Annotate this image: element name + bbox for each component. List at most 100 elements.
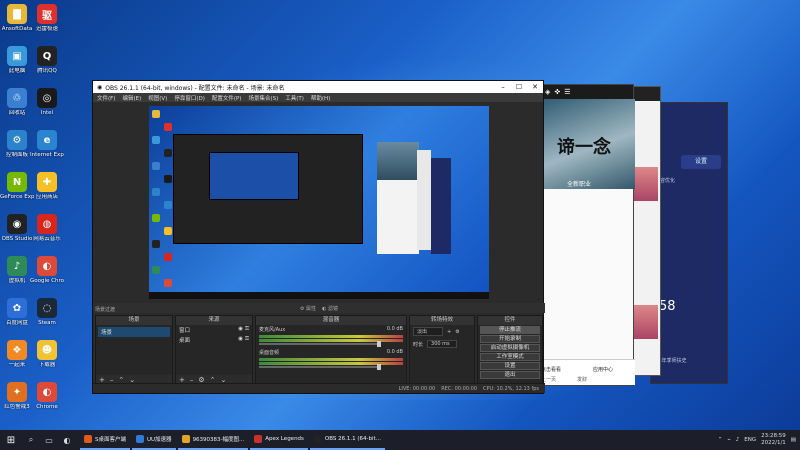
desktop-icon[interactable]: ▇ AnsoftData: [0, 4, 34, 32]
desktop-icon[interactable]: ◌ Steam: [30, 298, 64, 326]
mixer-channel-name: 桌面音频 0.0 dB: [259, 349, 403, 356]
minimize-icon[interactable]: –: [495, 83, 511, 91]
app-icon: e: [37, 130, 57, 150]
bottom-link[interactable]: 发财: [577, 376, 587, 383]
taskbar-item[interactable]: 96390383-幅度图...: [177, 430, 249, 450]
desktop-icon-label: 红色警戒3: [4, 404, 30, 410]
menu-item[interactable]: 配置文件(P): [212, 94, 242, 102]
desktop-icon[interactable]: 驱迅雷极速: [30, 4, 64, 32]
filters-button[interactable]: ◐ 滤镜: [322, 305, 338, 312]
visibility-icon[interactable]: ◉ ⚿: [238, 326, 249, 334]
control-button[interactable]: 开始录制: [480, 335, 540, 343]
tray-chevron-icon[interactable]: ⌃: [718, 437, 723, 443]
desktop-icon[interactable]: ◎ Intel: [30, 88, 64, 116]
desktop-icon[interactable]: ✚ 应用商店: [30, 172, 64, 200]
desktop-icon[interactable]: Q 腾讯QQ: [30, 46, 64, 74]
menu-item[interactable]: 文件(F): [97, 94, 115, 102]
taskbar-item[interactable]: Apex Legends: [250, 430, 308, 450]
network-icon[interactable]: ⌁: [727, 437, 730, 443]
desktop-icon[interactable]: ◐ Chrome: [30, 382, 64, 410]
control-button[interactable]: 工作室模式: [480, 353, 540, 361]
desktop-icon[interactable]: N GeForce Experience: [0, 172, 34, 200]
task-view-icon[interactable]: ▭: [40, 436, 58, 445]
volume-slider-handle[interactable]: [377, 341, 381, 347]
status-bar: LIVE: 00:00:00 REC: 00:00:00 CPU: 10.2%,…: [93, 383, 545, 393]
settings-button[interactable]: 设置: [681, 155, 721, 169]
menu-icon[interactable]: ☰: [564, 88, 570, 96]
desktop-icon[interactable]: e Internet Explorer: [30, 130, 64, 158]
nested-desktop-icon: [164, 201, 172, 209]
obs-window[interactable]: ◉ OBS 26.1.1 (64-bit, windows) - 配置文件: 未…: [92, 80, 545, 394]
add-icon[interactable]: +: [447, 329, 451, 335]
menu-item[interactable]: 视图(V): [148, 94, 167, 102]
transition-type-select[interactable]: 淡出: [413, 327, 443, 336]
desktop-icon[interactable]: ◍ 网易云音乐: [30, 214, 64, 242]
desktop-icon[interactable]: ☻ 下载器: [30, 340, 64, 368]
desktop-icon-label: Chrome: [36, 404, 58, 410]
nested-desktop-icon: [164, 175, 172, 183]
search-icon[interactable]: ⌕: [22, 435, 40, 445]
duration-input[interactable]: 300 ms: [427, 340, 458, 348]
properties-button[interactable]: ⚙ 属性: [300, 305, 316, 312]
dock-header: 混音器: [256, 316, 406, 325]
nested-desktop-icon: [152, 162, 160, 170]
controller-icon[interactable]: ✜: [554, 88, 560, 96]
sources-dock: 来源 窗口 ◉ ⚿ 桌面 ◉ ⚿ + – ⚙ ⌃ ⌄: [175, 315, 253, 385]
app-icon: ◌: [37, 298, 57, 318]
taskbar-item[interactable]: S桌面客户端: [80, 430, 130, 450]
obs-titlebar[interactable]: ◉ OBS 26.1.1 (64-bit, windows) - 配置文件: 未…: [93, 81, 543, 93]
background-window-game-page[interactable]: ◈ ✜ ☰ 谛一念 全新职业 点击看看 应用中心 上一页 发财: [536, 84, 635, 386]
desktop-icon[interactable]: ▣ 此电脑: [0, 46, 34, 74]
menu-item[interactable]: 停靠窗口(D): [174, 94, 205, 102]
desktop-icon-label: GeForce Experience: [0, 194, 34, 200]
game-icon[interactable]: ◈: [545, 88, 550, 96]
control-button[interactable]: 停止推流: [480, 326, 540, 334]
menu-item[interactable]: 场景集合(S): [248, 94, 278, 102]
scene-item[interactable]: 场景: [98, 327, 170, 337]
source-item[interactable]: 窗口 ◉ ⚿: [176, 325, 252, 335]
desktop-icon[interactable]: ❖ 一起来: [0, 340, 34, 368]
desktop-icon[interactable]: ◐ Google Chrome: [30, 256, 64, 284]
menu-bar: 文件(F) 编辑(E) 视图(V) 停靠窗口(D) 配置文件(P) 场景集合(S) 工具(T…: [93, 93, 543, 102]
close-icon[interactable]: ✕: [527, 83, 543, 91]
control-button[interactable]: 启动虚拟摄像机: [480, 344, 540, 352]
app-icon: ♪: [7, 256, 27, 276]
taskbar-item-label: UU加速器: [147, 437, 172, 443]
background-window-game-launcher[interactable]: 设置 内容优化 58 EX年季师扶史: [650, 102, 728, 384]
control-button[interactable]: 设置: [480, 362, 540, 370]
taskbar-item[interactable]: UU加速器: [132, 430, 176, 450]
volume-slider-handle[interactable]: [377, 364, 381, 370]
menu-item[interactable]: 编辑(E): [122, 94, 141, 102]
desktop-icon[interactable]: ✦ 红色警戒3: [0, 382, 34, 410]
desktop-icon-label: 应用商店: [35, 194, 58, 200]
clock[interactable]: 23:28:59 2022/1/1: [761, 433, 786, 447]
taskbar-item-label: 96390383-幅度图...: [192, 437, 245, 443]
desktop-icon-label: 腾讯QQ: [37, 68, 57, 74]
language-indicator[interactable]: ENG: [744, 437, 756, 443]
volume-slider[interactable]: [259, 341, 381, 347]
gear-icon[interactable]: ⚙: [455, 329, 459, 335]
maximize-icon[interactable]: ☐: [511, 83, 527, 91]
menu-item[interactable]: 帮助(H): [311, 94, 330, 102]
taskbar-app-icon: [136, 435, 144, 443]
desktop-icon[interactable]: ✿ 百度网盘: [0, 298, 34, 326]
volume-icon[interactable]: ♪: [736, 437, 740, 443]
desktop-icon[interactable]: ♪ 虚拟机: [0, 256, 34, 284]
windows-start-icon[interactable]: ⊞: [0, 435, 22, 446]
taskbar-item[interactable]: OBS 26.1.1 (64-bit...: [309, 430, 385, 450]
visibility-icon[interactable]: ◉ ⚿: [238, 336, 249, 344]
control-button[interactable]: 退出: [480, 371, 540, 379]
source-item[interactable]: 桌面 ◉ ⚿: [176, 335, 252, 345]
preview-canvas[interactable]: [149, 106, 489, 299]
notification-icon[interactable]: ▤: [791, 437, 796, 443]
desktop-icon-label: 一起来: [8, 362, 26, 368]
menu-item[interactable]: 工具(T): [285, 94, 304, 102]
chrome-icon[interactable]: ◐: [58, 436, 76, 445]
percent-value: 58: [659, 299, 676, 314]
desktop-icon[interactable]: ◉ OBS Studio: [0, 214, 34, 242]
desktop-icon[interactable]: ⚙ 控制面板: [0, 130, 34, 158]
volume-slider[interactable]: [259, 364, 381, 370]
window-titlebar[interactable]: ◈ ✜ ☰: [537, 85, 633, 99]
desktop-icon[interactable]: ♲ 回收站: [0, 88, 34, 116]
bottom-item[interactable]: 应用中心: [593, 366, 613, 373]
